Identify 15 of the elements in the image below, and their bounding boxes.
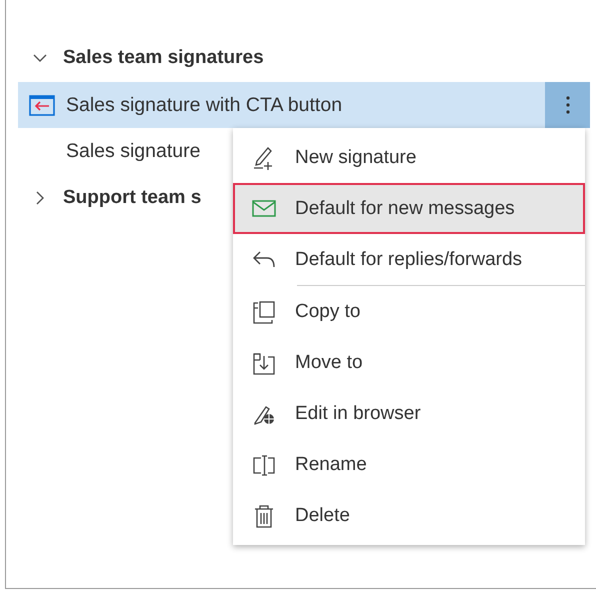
more-icon	[566, 96, 570, 114]
signature-icon	[29, 94, 55, 116]
menu-item[interactable]: Edit in browser	[233, 388, 585, 439]
menu-item[interactable]: Default for replies/forwards	[233, 234, 585, 285]
menu-item[interactable]: Rename	[233, 439, 585, 490]
menu-item[interactable]: Copy to	[233, 286, 585, 337]
group-heading[interactable]: Support team s	[63, 187, 202, 209]
signature-item[interactable]: Sales signature with CTA button	[18, 82, 590, 128]
menu-item[interactable]: Default for new messages	[233, 183, 585, 234]
group-heading[interactable]: Sales team signatures	[63, 47, 264, 69]
menu-item[interactable]: New signature	[233, 132, 585, 183]
more-options-button[interactable]	[545, 82, 590, 128]
menu-item[interactable]: Move to	[233, 337, 585, 388]
menu-item[interactable]: Delete	[233, 490, 585, 541]
copy-icon	[251, 298, 277, 324]
